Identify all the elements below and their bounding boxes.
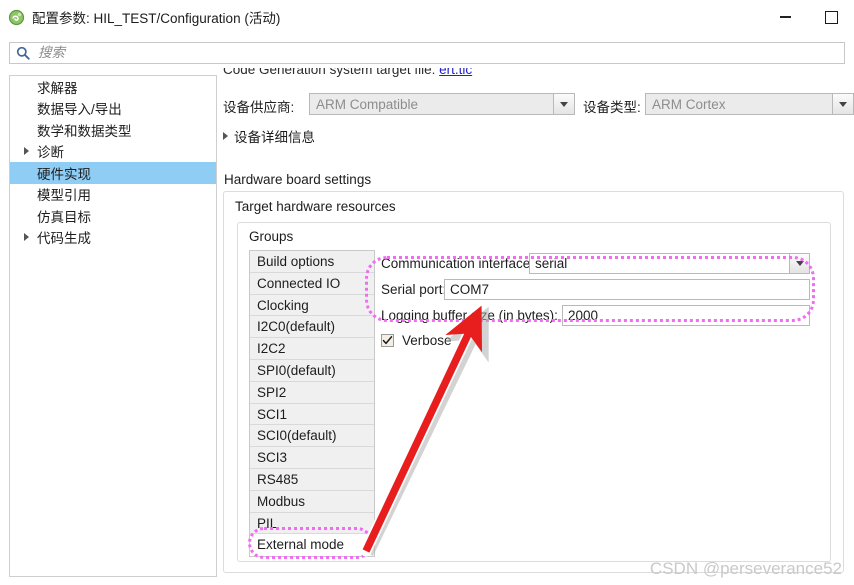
logging-buffer-size-label: Logging buffer size (in bytes): [381,307,558,323]
watermark: CSDN @perseverance52 [649,559,842,578]
group-item-spi0-default[interactable]: SPI0(default) [250,359,374,382]
sidebar-item-solver[interactable]: 求解器 [10,76,216,98]
group-item-external-mode[interactable]: External mode [250,534,374,557]
sidebar-item-diagnostics[interactable]: 诊断 [10,141,216,163]
group-item-modbus[interactable]: Modbus [250,490,374,513]
hardware-board-settings-title: Hardware board settings [224,172,372,187]
group-item-sci0-default[interactable]: SCI0(default) [250,425,374,448]
group-item-i2c2[interactable]: I2C2 [250,338,374,360]
config-parameters-window: 配置参数: HIL_TEST/Configuration (活动) 搜索 求解器… [0,0,854,585]
search-icon [16,46,30,60]
device-vendor-value: ARM Compatible [316,96,419,112]
group-item-i2c0-default[interactable]: I2C0(default) [250,316,374,339]
device-type-value: ARM Cortex [652,96,726,112]
chevron-right-icon [223,132,228,140]
communication-interface-value: serial [535,255,568,271]
device-vendor-select[interactable]: ARM Compatible [309,93,575,115]
group-item-pil[interactable]: PIL [250,512,374,535]
sidebar-item-label: 代码生成 [37,231,91,247]
search-input[interactable] [36,44,800,62]
system-target-file-link[interactable]: ert.tlc [439,68,472,77]
target-hardware-resources-panel: Groups Build options Connected IO Clocki… [237,222,831,562]
group-item-spi2[interactable]: SPI2 [250,381,374,404]
chevron-right-icon[interactable] [23,147,36,156]
group-item-clocking[interactable]: Clocking [250,294,374,317]
maximize-icon [824,10,838,24]
serial-port-value: COM7 [450,281,490,297]
sidebar-item-label: 数学和数据类型 [37,123,132,139]
group-item-sci1[interactable]: SCI1 [250,403,374,426]
simulink-icon [8,9,25,26]
sidebar-item-simulation-target[interactable]: 仿真目标 [10,205,216,227]
target-hardware-resources-disclosure[interactable]: Target hardware resources [235,199,396,214]
group-item-connected-io[interactable]: Connected IO [250,272,374,295]
sidebar-item-hardware-implementation[interactable]: 硬件实现 [10,162,216,184]
window-controls [762,0,854,34]
system-target-file-row: Code Generation system target file: ert.… [223,68,472,77]
minimize-icon [779,16,791,18]
serial-port-label: Serial port: [381,281,447,297]
verbose-row: Verbose [381,328,821,352]
hardware-board-settings-panel: Target hardware resources Groups Build o… [223,191,844,573]
system-target-file-label: Code Generation system target file: [223,68,436,77]
check-icon [382,335,393,344]
maximize-button[interactable] [808,0,854,34]
logging-buffer-size-value: 2000 [568,307,599,323]
group-item-rs485[interactable]: RS485 [250,468,374,491]
communication-interface-row: Communication interface: serial [381,250,821,276]
logging-buffer-size-input[interactable]: 2000 [562,304,810,326]
chevron-right-icon[interactable] [23,233,36,242]
sidebar-item-math-and-data-types[interactable]: 数学和数据类型 [10,119,216,141]
chevron-down-icon[interactable] [789,253,809,273]
target-hardware-resources-label: Target hardware resources [235,199,396,214]
communication-interface-select[interactable]: serial [529,252,810,274]
device-vendor-label: 设备供应商: [223,100,295,115]
sidebar-item-model-referencing[interactable]: 模型引用 [10,184,216,206]
verbose-checkbox[interactable] [381,333,394,347]
sidebar-item-label: 诊断 [37,145,64,161]
sidebar-item-label: 求解器 [37,80,78,96]
title-bar: 配置参数: HIL_TEST/Configuration (活动) [0,0,854,35]
device-details-disclosure[interactable]: 设备详细信息 [223,126,315,146]
sidebar-item-label: 模型引用 [37,188,91,204]
device-details-label: 设备详细信息 [234,130,315,145]
group-item-sci3[interactable]: SCI3 [250,447,374,469]
sidebar-item-label: 硬件实现 [37,166,91,182]
sidebar-item-data-import-export[interactable]: 数据导入/导出 [10,98,216,120]
sidebar-item-label: 仿真目标 [37,209,91,225]
serial-port-input[interactable]: COM7 [444,278,810,300]
settings-content-pane: Code Generation system target file: ert.… [218,68,854,585]
groups-list[interactable]: Build options Connected IO Clocking I2C0… [249,250,375,558]
chevron-down-icon[interactable] [553,94,574,114]
groups-label: Groups [249,229,294,244]
device-type-select[interactable]: ARM Cortex [645,93,854,115]
group-item-build-options[interactable]: Build options [250,251,374,273]
window-title: 配置参数: HIL_TEST/Configuration (活动) [32,11,281,26]
settings-tree[interactable]: 求解器 数据导入/导出 数学和数据类型 诊断 硬件实现 模型引用 仿真目标 代码… [9,75,217,577]
sidebar-item-label: 数据导入/导出 [37,102,122,118]
minimize-button[interactable] [762,0,808,34]
verbose-label: Verbose [402,332,452,348]
search-row [0,34,854,68]
chevron-down-icon[interactable] [832,94,853,114]
device-type-label: 设备类型: [583,100,641,115]
serial-port-row: Serial port: COM7 [381,276,821,302]
device-row: 设备供应商: ARM Compatible 设备类型: ARM Cortex [223,93,854,117]
body-area: 求解器 数据导入/导出 数学和数据类型 诊断 硬件实现 模型引用 仿真目标 代码… [0,68,854,585]
external-mode-form: Communication interface: serial Serial p… [381,250,821,352]
sidebar-item-code-generation[interactable]: 代码生成 [10,227,216,249]
logging-buffer-size-row: Logging buffer size (in bytes): 2000 [381,302,821,328]
communication-interface-label: Communication interface: [381,255,535,271]
search-box[interactable] [9,42,845,64]
